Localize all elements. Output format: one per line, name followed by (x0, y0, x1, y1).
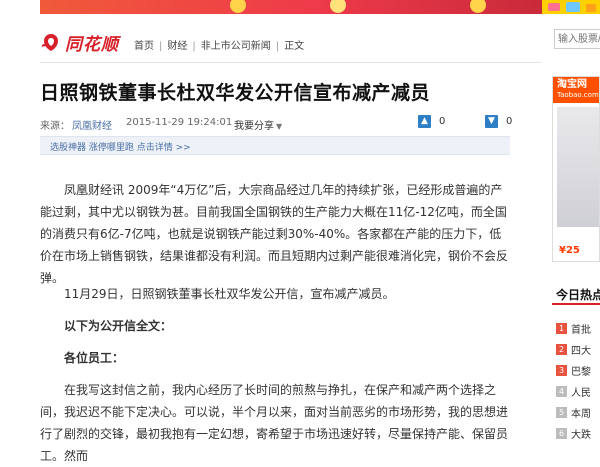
hot-topic-item[interactable]: 4 人民 (556, 381, 591, 402)
upvote-button[interactable]: ▲ 0 (418, 114, 445, 129)
article-paragraph: 11月29日，日照钢铁董事长杜双华发公开信，宣布减产减员。 (64, 287, 395, 301)
decor-shape (586, 4, 596, 12)
share-label: 我要分享 (234, 121, 274, 132)
rank-badge: 2 (556, 344, 567, 355)
breadcrumb-finance[interactable]: 财经 (167, 41, 187, 52)
breadcrumb-current: 正文 (284, 41, 305, 52)
chevron-down-icon: ▼ (276, 122, 283, 131)
product-price: ¥25 (559, 245, 580, 256)
hot-topic-item[interactable]: 2 四大 (556, 339, 591, 360)
breadcrumb-private-company-news[interactable]: 非上市公司新闻 (201, 41, 271, 52)
letter-salutation: 各位员工： (64, 351, 125, 365)
taobao-brand-sub: Taobao.com (557, 91, 599, 99)
rank-badge: 6 (556, 428, 567, 439)
right-banner-ad[interactable] (542, 0, 600, 14)
source-link[interactable]: 凤凰财经 (72, 121, 112, 132)
hot-topics-list: 1 首批 2 四大 3 巴黎 4 人民 5 本周 6 大跌 (556, 318, 591, 444)
coin-icon (470, 0, 486, 13)
breadcrumb: 首页 | 财经 | 非上市公司新闻 | 正文 (134, 37, 304, 52)
publish-date: 2015-11-29 19:24:01 (126, 117, 233, 128)
site-logo[interactable]: 同花顺 (40, 30, 119, 55)
source-label: 来源： (40, 121, 70, 132)
breadcrumb-separator: | (275, 41, 280, 52)
logo-flower-icon (41, 34, 58, 51)
rank-badge: 3 (556, 365, 567, 376)
hot-topic-text: 巴黎 (571, 367, 591, 378)
article-paragraph: 凤凰财经讯 2009年“4万亿”后，大宗商品经过几年的持续扩张，已经形成普遍的产… (40, 183, 509, 285)
header-divider (40, 62, 542, 63)
hot-topic-text: 人民 (571, 388, 591, 399)
product-image[interactable] (557, 107, 599, 227)
downvote-button[interactable]: ▼ 0 (485, 114, 512, 129)
hot-topic-text: 首批 (571, 325, 591, 336)
article-meta: 来源： 凤凰财经 2015-11-29 19:24:01 我要分享 ▼ (40, 117, 282, 132)
hot-topic-item[interactable]: 5 本周 (556, 402, 591, 423)
thumbs-up-icon: ▲ (418, 115, 431, 128)
decor-shape (566, 2, 580, 12)
hot-topics-underline (552, 303, 600, 305)
logo-text: 同花顺 (65, 34, 119, 55)
top-banner-ad[interactable] (40, 0, 542, 14)
hot-topic-text: 四大 (571, 346, 591, 357)
article-subheading: 以下为公开信全文： (64, 319, 173, 333)
breadcrumb-separator: | (159, 41, 163, 52)
hot-topic-text: 大跌 (571, 430, 591, 441)
breadcrumb-separator: | (192, 41, 196, 52)
coin-icon (230, 0, 246, 13)
upvote-count: 0 (439, 116, 446, 127)
hot-topics-title: 今日热点 (556, 288, 600, 302)
promo-bar[interactable]: 选股神器 涨停哪里跑 点击详情 >> (40, 136, 510, 155)
decor-shape (548, 3, 560, 11)
coin-icon (330, 0, 346, 13)
stock-search-input[interactable] (554, 29, 600, 49)
hot-topic-item[interactable]: 1 首批 (556, 318, 591, 339)
promo-link[interactable]: 选股神器 涨停哪里跑 点击详情 >> (50, 140, 191, 153)
taobao-ad[interactable]: 淘宝网 Taobao.com ¥25 (552, 76, 600, 262)
taobao-brand: 淘宝网 (557, 79, 587, 90)
thumbs-down-icon: ▼ (485, 115, 498, 128)
hot-topic-item[interactable]: 3 巴黎 (556, 360, 591, 381)
rank-badge: 1 (556, 323, 567, 334)
taobao-ad-header: 淘宝网 Taobao.com (553, 77, 599, 103)
article-paragraph: 在我写这封信之前，我内心经历了长时间的煎熬与挣扎，在保产和减产两个选择之间，我迟… (40, 383, 509, 463)
breadcrumb-home[interactable]: 首页 (134, 41, 154, 52)
downvote-count: 0 (506, 116, 513, 127)
hot-topic-text: 本周 (571, 409, 591, 420)
article-title: 日照钢铁董事长杜双华发公开信宣布减产减员 (40, 82, 431, 104)
hot-topic-item[interactable]: 6 大跌 (556, 423, 591, 444)
share-dropdown[interactable]: 我要分享 ▼ (234, 117, 282, 132)
rank-badge: 4 (556, 386, 567, 397)
rank-badge: 5 (556, 407, 567, 418)
